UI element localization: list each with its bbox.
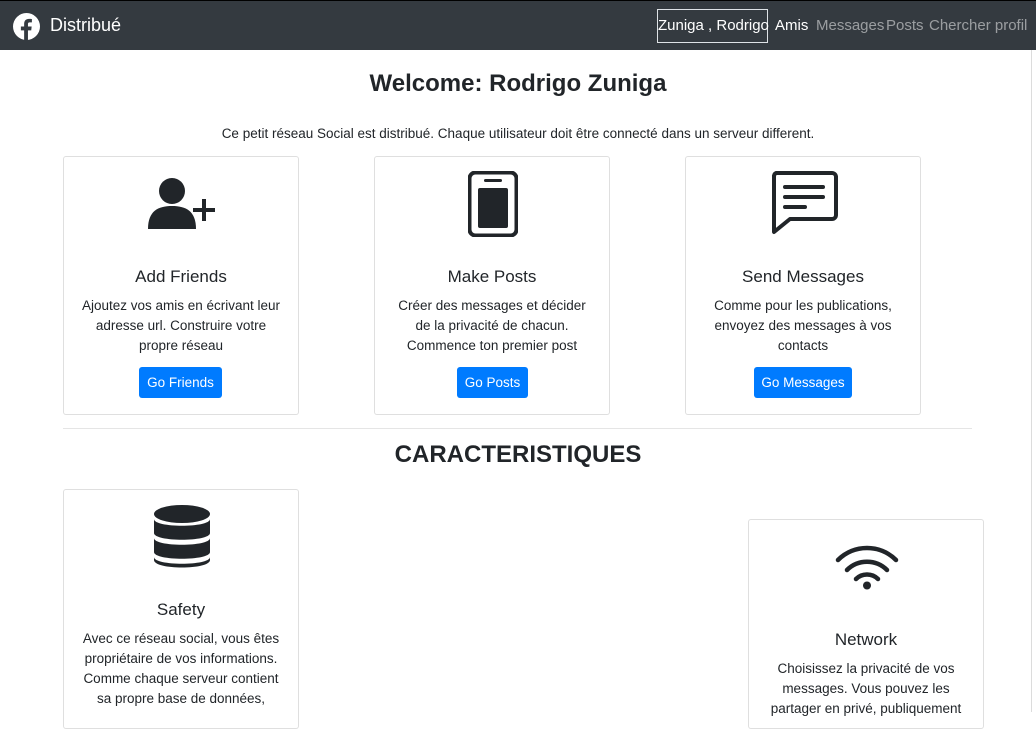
card-text: Comme pour les publications, envoyez des… [714,298,892,353]
section-divider [63,428,972,429]
facebook-icon[interactable] [13,13,40,40]
card-text: Créer des messages et décider de la priv… [398,298,586,353]
wifi-icon [835,545,899,590]
card-title: Network [834,630,898,649]
nav-link-messages[interactable]: Messages [816,17,884,34]
brand-name[interactable]: Distribué [50,15,121,36]
intro-text: Ce petit réseau Social est distribué. Ch… [221,126,815,141]
card-add-friends: Add Friends Ajoutez vos amis en écrivant… [63,156,299,415]
nav-link-posts[interactable]: Posts [886,17,924,34]
card-text: Avec ce réseau social, vous êtes proprié… [82,631,280,706]
card-text: Choisissez la privacité de vos messages.… [770,661,962,716]
nav-link-amis[interactable]: Amis [775,17,808,34]
card-network: Network Choisissez la privacité de vos m… [748,519,984,729]
page-scrollbar[interactable] [1031,50,1032,712]
card-send-messages: Send Messages Comme pour les publication… [685,156,921,415]
current-user-badge[interactable]: Zuniga , Rodrigo [657,9,769,43]
chat-icon [771,171,838,234]
card-make-posts: Make Posts Créer des messages et décider… [374,156,610,415]
nav-link-chercher-profil[interactable]: Chercher profil [929,17,1027,34]
card-title: Add Friends [135,267,227,286]
card-title: Safety [156,600,206,619]
card-title: Make Posts [447,267,537,286]
add-user-icon [148,178,215,229]
top-navbar: Distribué Zuniga , Rodrigo Amis Messages… [0,0,1036,50]
go-friends-button[interactable]: Go Friends [139,367,222,398]
page-title: Welcome: Rodrigo Zuniga [369,70,667,97]
database-icon [154,505,210,568]
go-posts-button[interactable]: Go Posts [457,367,528,398]
features-title: CARACTERISTIQUES [394,441,642,468]
card-title: Send Messages [742,267,864,286]
card-text: Ajoutez vos amis en écrivant leur adress… [81,298,281,353]
go-messages-button[interactable]: Go Messages [754,367,852,398]
tablet-icon [468,171,518,237]
card-safety: Safety Avec ce réseau social, vous êtes … [63,489,299,729]
